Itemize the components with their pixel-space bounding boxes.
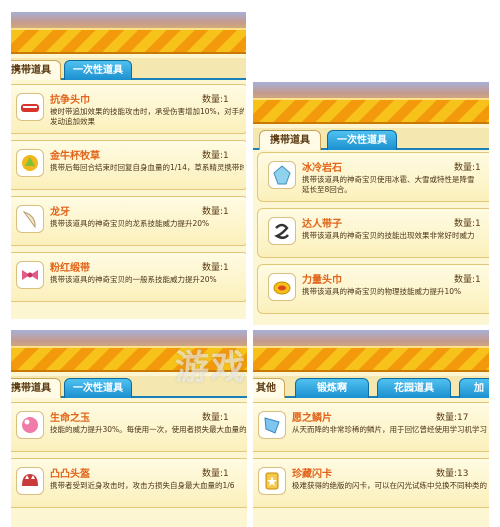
item-card[interactable]: 金牛杯牧草 数量:1 携带后每回合结束时回复自身血量的1/14，草系精灵携带时: [11, 140, 246, 190]
item-description: 被时带追加效果的技能攻击时，承受伤害增加10%，对手的 发动追加效果: [50, 107, 244, 126]
item-quantity: 数量:1: [454, 219, 481, 229]
tab-garden-items[interactable]: 花园道具: [377, 378, 451, 398]
item-card[interactable]: 达人带子 数量:1 携带该道具的神奇宝贝的技能出现效果非常好时威力: [257, 208, 489, 258]
watermark: 游戏: [175, 348, 247, 388]
header-stripe: [253, 98, 489, 124]
item-card[interactable]: 龙牙 数量:1 携带该道具的神奇宝贝的龙系技能威力提升20%: [11, 196, 246, 246]
item-name: 金牛杯牧草: [50, 151, 100, 162]
item-quantity: 数量:17: [436, 413, 469, 423]
dragon-fang-icon: [16, 205, 44, 233]
item-name: 珍藏闪卡: [292, 469, 332, 480]
item-card[interactable]: 生命之玉 数量:1 技能的威力提升30%。每使用一次，使用者损失最大血量的1: [11, 402, 247, 452]
item-description: 携带者受到近身攻击时，攻击方损失自身最大血量的1/6: [50, 481, 235, 490]
item-name: 凸凸头盔: [50, 469, 90, 480]
tab-single-use-items[interactable]: 一次性道具: [64, 378, 132, 398]
item-description: 技能的威力提升30%。每使用一次，使用者损失最大血量的1: [50, 425, 246, 434]
tab-carry-items[interactable]: 携带道具: [11, 60, 61, 80]
tab-carry-items[interactable]: 携带道具: [259, 130, 321, 150]
item-quantity: 数量:1: [202, 95, 229, 105]
tab-single-use-items[interactable]: 一次性道具: [327, 130, 397, 150]
shiny-card-icon: [258, 467, 286, 495]
item-quantity: 数量:1: [202, 207, 229, 217]
expert-belt-icon: [268, 217, 296, 245]
item-description: 携带该道具的神奇宝贝的龙系技能威力提升20%: [50, 219, 210, 228]
item-name: 龙牙: [50, 207, 70, 218]
item-quantity: 数量:1: [202, 469, 229, 479]
item-name: 粉红缎带: [50, 263, 90, 274]
item-quantity: 数量:1: [202, 263, 229, 273]
item-card[interactable]: 粉红缎带 数量:1 携带该道具的神奇宝贝的一般系技能威力提升20%: [11, 252, 246, 302]
item-card[interactable]: 冰冷岩石 数量:1 携带该道具的神奇宝贝使用冰雹、大雪或特性是降雪 延长至8回合。: [257, 152, 489, 202]
item-card[interactable]: 力量头巾 数量:1 携带该道具的神奇宝贝的物理技能威力提升10%: [257, 264, 489, 314]
life-orb-icon: [16, 411, 44, 439]
item-name: 冰冷岩石: [302, 163, 342, 174]
panel-top-left: 携带道具 一次性道具 抗争头巾 数量:1 被时带追加效果的技能攻击时，承受伤害增…: [11, 12, 246, 319]
item-description: 携带该道具的神奇宝贝的物理技能威力提升10%: [302, 287, 462, 296]
ice-rock-icon: [268, 161, 296, 189]
item-name: 达人带子: [302, 219, 342, 230]
item-description: 从天而降的非常珍稀的鳞片，用于回忆曾经使用学习机学习: [292, 425, 487, 434]
item-card[interactable]: 珍藏闪卡 数量:13 极难获得的绝版的闪卡，可以在闪光试练中兑换不同种类的: [253, 458, 489, 508]
wish-scale-icon: [258, 411, 286, 439]
item-description: 携带该道具的神奇宝贝的技能出现效果非常好时威力: [302, 231, 475, 240]
item-quantity: 数量:1: [202, 413, 229, 423]
item-description: 携带该道具的神奇宝贝的一般系技能威力提升20%: [50, 275, 217, 284]
item-card[interactable]: 凸凸头盔 数量:1 携带者受到近身攻击时，攻击方损失自身最大血量的1/6: [11, 458, 247, 508]
item-quantity: 数量:13: [436, 469, 469, 479]
panel-bottom-right: 其他 锻炼啊 花园道具 加 愿之鳞片 数量:17 从天而降的非常珍稀的鳞片，用于…: [253, 330, 489, 527]
item-description: 携带该道具的神奇宝贝使用冰雹、大雪或特性是降雪 延长至8回合。: [302, 175, 475, 194]
tab-training[interactable]: 锻炼啊: [295, 378, 369, 398]
panel-top-right: 携带道具 一次性道具 冰冷岩石 数量:1 携带该道具的神奇宝贝使用冰雹、大雪或特…: [253, 82, 489, 325]
tab-bar: 携带道具 一次性道具: [11, 58, 246, 80]
item-name: 生命之玉: [50, 413, 90, 424]
item-card[interactable]: 抗争头巾 数量:1 被时带追加效果的技能攻击时，承受伤害增加10%，对手的 发动追…: [11, 84, 246, 134]
tab-carry-items[interactable]: 携带道具: [11, 378, 61, 398]
header-stripe: [11, 28, 246, 54]
tab-bar: 其他 锻炼啊 花园道具 加: [253, 376, 489, 398]
item-card[interactable]: 愿之鳞片 数量:17 从天而降的非常珍稀的鳞片，用于回忆曾经使用学习机学习: [253, 402, 489, 452]
header-stripe: [253, 346, 489, 372]
item-quantity: 数量:1: [454, 275, 481, 285]
item-name: 抗争头巾: [50, 95, 90, 106]
item-quantity: 数量:1: [202, 151, 229, 161]
pink-ribbon-icon: [16, 261, 44, 289]
item-description: 携带后每回合结束时回复自身血量的1/14，草系精灵携带时: [50, 163, 244, 172]
item-name: 力量头巾: [302, 275, 342, 286]
tab-single-use-items[interactable]: 一次性道具: [64, 60, 132, 80]
tab-bar: 携带道具 一次性道具: [253, 128, 489, 150]
item-description: 极难获得的绝版的闪卡，可以在闪光试练中兑换不同种类的: [292, 481, 487, 490]
muscle-band-icon: [268, 273, 296, 301]
item-name: 愿之鳞片: [292, 413, 332, 424]
tab-other[interactable]: 其他: [253, 378, 285, 398]
trophy-grass-icon: [16, 149, 44, 177]
item-quantity: 数量:1: [454, 163, 481, 173]
rocky-helmet-icon: [16, 467, 44, 495]
tab-more[interactable]: 加: [459, 378, 489, 398]
bandana-icon: [16, 93, 44, 121]
